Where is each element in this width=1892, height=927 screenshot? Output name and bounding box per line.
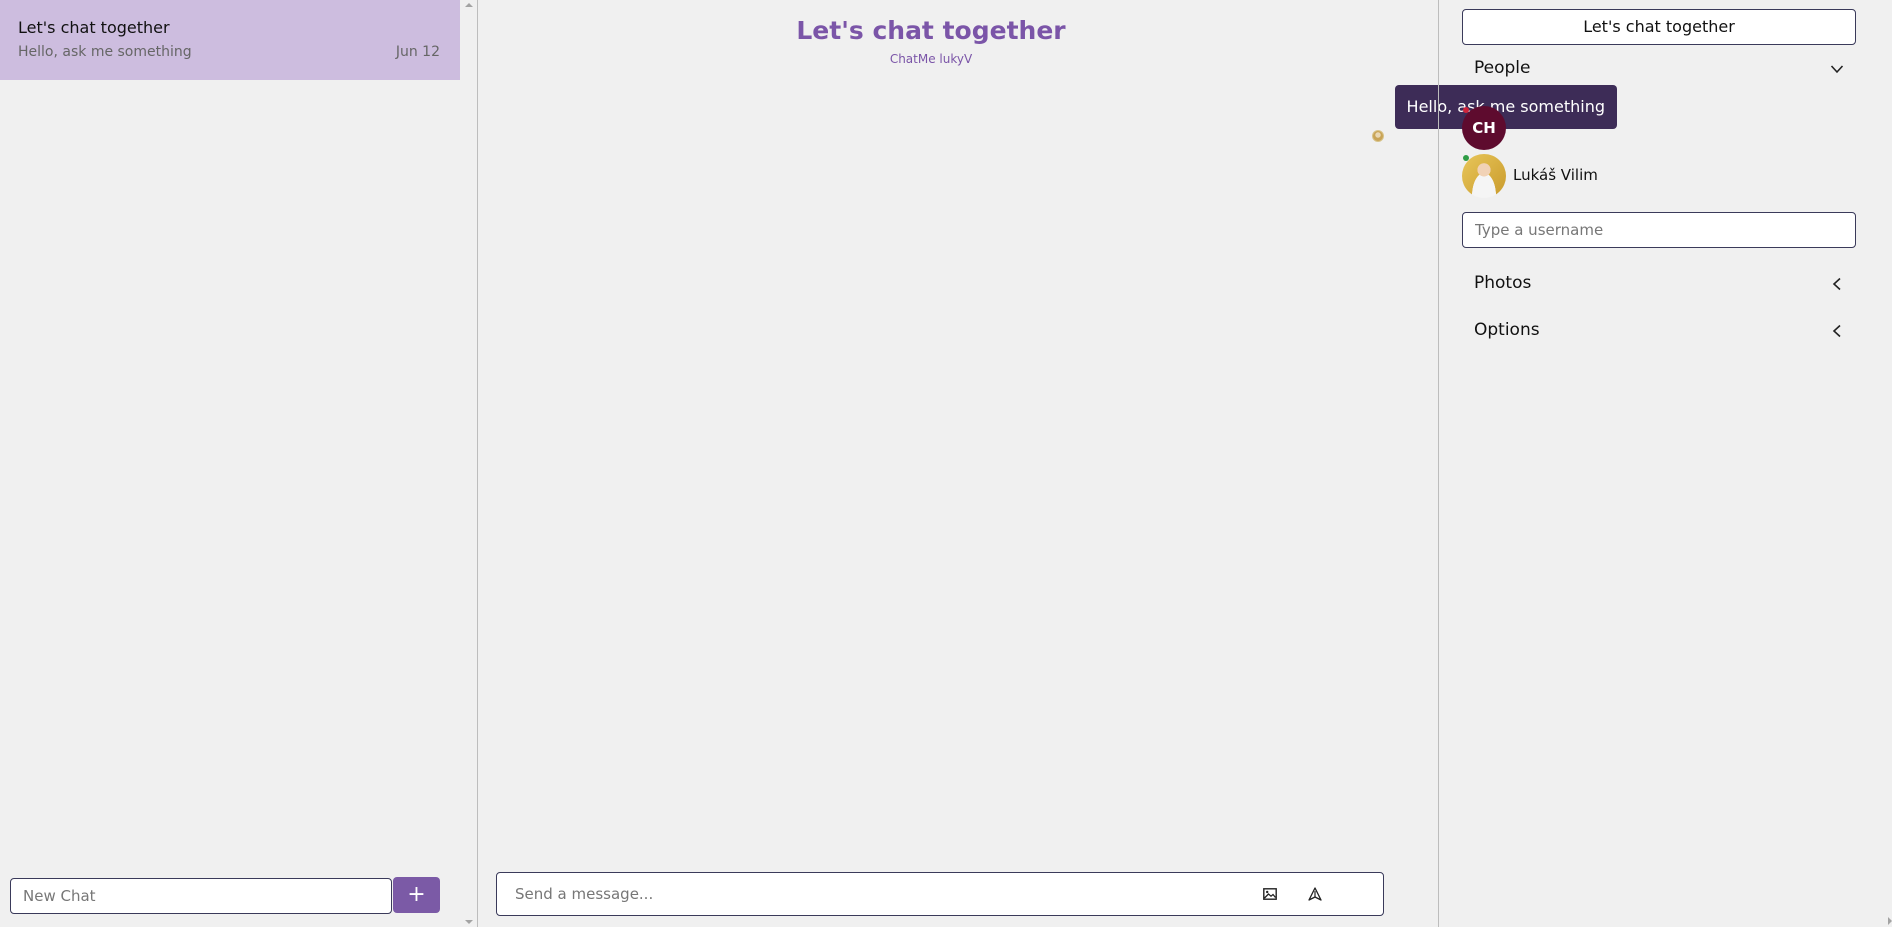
options-label: Options [1474, 320, 1540, 340]
read-receipt-avatar [1372, 130, 1384, 142]
avatar: CH [1462, 106, 1506, 150]
chevron-left-icon[interactable] [1830, 277, 1844, 291]
person-row[interactable]: Lukáš Vilim [1462, 154, 1856, 198]
username-input[interactable] [1462, 212, 1856, 248]
message-form [496, 872, 1384, 916]
status-offline-dot [1463, 107, 1469, 113]
chevron-left-icon[interactable] [1830, 324, 1844, 338]
photos-section-header[interactable]: Photos [1474, 271, 1844, 299]
chat-card-selected[interactable]: Let's chat together Hello, ask me someth… [0, 0, 460, 80]
avatar [1462, 154, 1506, 198]
scroll-up-arrow-icon[interactable] [465, 3, 473, 7]
person-row[interactable]: CH [1462, 106, 1856, 150]
send-icon[interactable] [1308, 887, 1322, 901]
chat-list-scrollbar[interactable] [461, 0, 477, 927]
chat-feed-subtitle: ChatMe lukyV [889, 52, 973, 66]
people-section-header[interactable]: People [1474, 56, 1844, 84]
chat-app: Let's chat together Hello, ask me someth… [0, 0, 1892, 927]
new-chat-input[interactable] [10, 878, 392, 914]
chevron-down-icon[interactable] [1830, 62, 1844, 76]
person-name: Lukáš Vilim [1513, 166, 1598, 184]
chat-feed: Let's chat together ChatMe lukyV [478, 0, 1892, 927]
chat-title-field[interactable]: Let's chat together [1462, 9, 1856, 45]
people-label: People [1474, 58, 1531, 78]
photos-label: Photos [1474, 273, 1532, 293]
options-section-header[interactable]: Options [1474, 318, 1844, 346]
message-input[interactable] [515, 873, 1215, 915]
scroll-down-arrow-icon[interactable] [465, 920, 473, 924]
chat-card-preview: Hello, ask me something [18, 44, 192, 60]
chat-settings: Let's chat together People CH Lukáš Vili… [1439, 0, 1892, 927]
new-chat-button[interactable]: + [393, 877, 440, 913]
chat-card-title: Let's chat together [18, 18, 170, 37]
chat-list: Let's chat together Hello, ask me someth… [0, 0, 460, 927]
status-online-dot [1463, 155, 1469, 161]
chat-card-date: Jun 12 [395, 44, 440, 60]
image-icon[interactable] [1263, 888, 1277, 900]
chat-feed-title: Let's chat together [796, 16, 1066, 45]
